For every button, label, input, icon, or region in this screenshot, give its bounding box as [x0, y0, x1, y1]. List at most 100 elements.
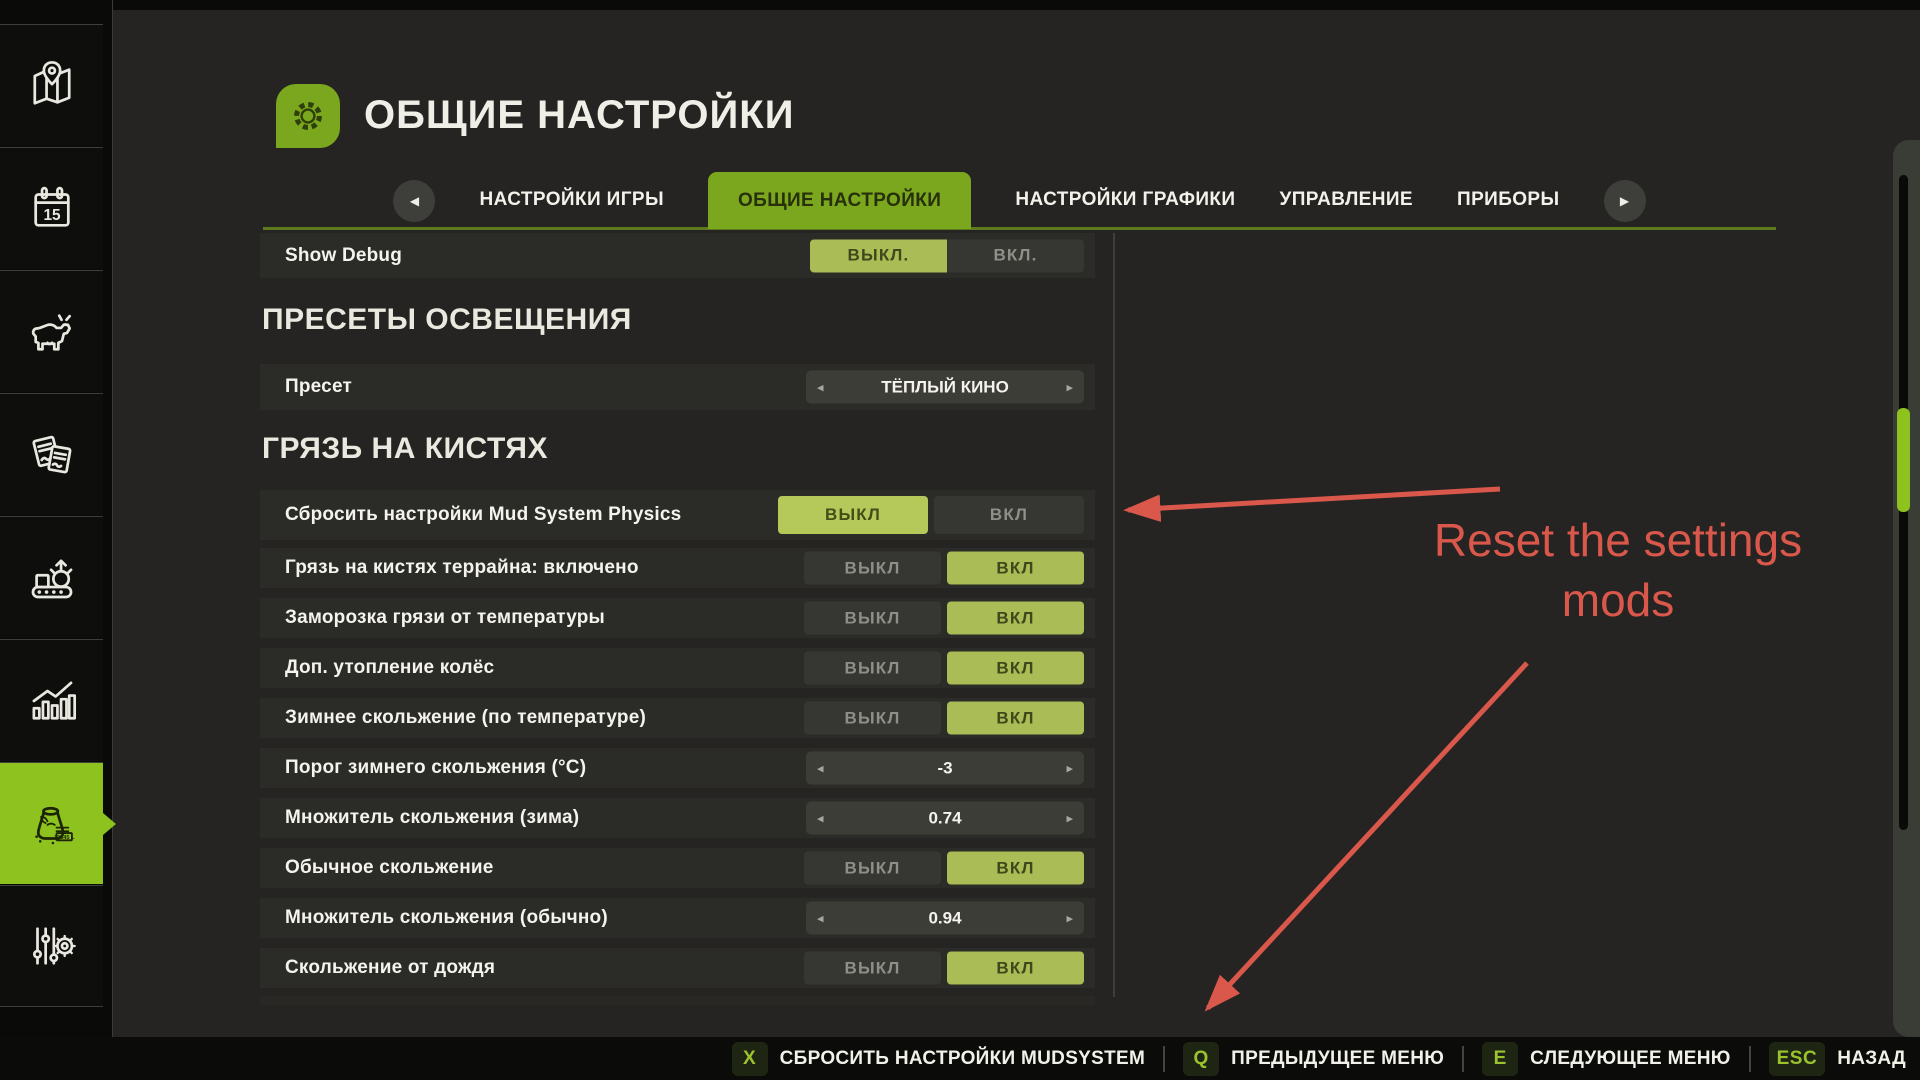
sidebar-item-animals[interactable]: [0, 270, 103, 392]
annotation-arrow-to-toggle: [1128, 489, 1500, 510]
setting-row-winter-slip-threshold[interactable]: Порог зимнего скольжения (°C) ◂ -3 ▸: [260, 748, 1095, 788]
map-icon: [23, 57, 81, 115]
setting-row-normal-slip[interactable]: Обычное скольжение ВЫКЛ ВКЛ: [260, 848, 1095, 888]
shortcut-reset-mudsystem[interactable]: X СБРОСИТЬ НАСТРОЙКИ MUDSYSTEM: [732, 1042, 1146, 1076]
value-selector: ◂ -3 ▸: [806, 752, 1084, 785]
setting-row-mud-freeze[interactable]: Заморозка грязи от температуры ВЫКЛ ВКЛ: [260, 598, 1095, 638]
shortcut-label: СЛЕДУЮЩЕЕ МЕНЮ: [1530, 1048, 1730, 1070]
selector-next-icon[interactable]: ▸: [1066, 910, 1073, 926]
documents-icon: [23, 426, 81, 484]
chevron-left-icon: ◀: [410, 194, 419, 208]
tab-hud[interactable]: ПРИБОРЫ: [1457, 189, 1560, 229]
selector-prev-icon[interactable]: ◂: [817, 910, 824, 926]
sidebar-item-settings[interactable]: [0, 885, 103, 1007]
setting-row-wheel-sink[interactable]: Доп. утопление колёс ВЫКЛ ВКЛ: [260, 648, 1095, 688]
annotation-line-2: mods: [1268, 570, 1920, 630]
shortcut-label: НАЗАД: [1837, 1048, 1906, 1070]
setting-row-slip-multiplier-winter[interactable]: Множитель скольжения (зима) ◂ 0.74 ▸: [260, 798, 1095, 838]
tab-controls[interactable]: УПРАВЛЕНИЕ: [1280, 189, 1414, 229]
toggle-on-button[interactable]: ВКЛ: [947, 852, 1084, 885]
sidebar-item-statistics[interactable]: [0, 639, 103, 761]
page-title: ОБЩИЕ НАСТРОЙКИ: [364, 93, 794, 138]
selector-prev-icon[interactable]: ◂: [817, 760, 824, 776]
selector-prev-icon[interactable]: ◂: [817, 379, 824, 395]
shortcut-label: СБРОСИТЬ НАСТРОЙКИ MUDSYSTEM: [780, 1048, 1146, 1070]
sidebar: 15: [0, 0, 113, 1080]
value-selector: ◂ 0.74 ▸: [806, 802, 1084, 835]
setting-label: Пресет: [285, 376, 352, 398]
sidebar-item-production[interactable]: [0, 516, 103, 638]
shortcut-bar: X СБРОСИТЬ НАСТРОЙКИ MUDSYSTEM Q ПРЕДЫДУ…: [0, 1037, 1920, 1080]
content-divider: [1113, 233, 1115, 997]
tabs-next-button[interactable]: ▶: [1604, 180, 1646, 222]
toggle-off-button[interactable]: ВЫКЛ: [804, 952, 941, 985]
shortcut-next-menu[interactable]: E СЛЕДУЮЩЕЕ МЕНЮ: [1482, 1042, 1730, 1076]
bar-chart-icon: [23, 672, 81, 730]
selector-next-icon[interactable]: ▸: [1066, 760, 1073, 776]
key-esc-badge: ESC: [1769, 1042, 1826, 1076]
toggle-group: ВЫКЛ. ВКЛ.: [810, 239, 1084, 272]
toggle-on-button[interactable]: ВКЛ: [934, 496, 1084, 534]
setting-row-show-debug[interactable]: Show Debug ВЫКЛ. ВКЛ.: [260, 233, 1095, 278]
selector-value: ТЁПЛЫЙ КИНО: [806, 377, 1084, 397]
clipped-next-row: [260, 996, 1095, 1005]
selector-next-icon[interactable]: ▸: [1066, 810, 1073, 826]
toggle-off-button[interactable]: ВЫКЛ: [804, 652, 941, 685]
toggle-off-button[interactable]: ВЫКЛ: [804, 602, 941, 635]
setting-row-rain-slip[interactable]: Скольжение от дождя ВЫКЛ ВКЛ: [260, 948, 1095, 988]
sliders-gear-icon: [23, 917, 81, 975]
screen-top-edge: [0, 0, 1920, 10]
toggle-on-button[interactable]: ВКЛ: [947, 552, 1084, 585]
production-icon: [23, 549, 81, 607]
annotation-arrow-to-shortcut: [1208, 663, 1527, 1008]
scrollbar-thumb[interactable]: [1897, 408, 1910, 512]
setting-label: Множитель скольжения (обычно): [285, 907, 608, 929]
preset-selector: ◂ ТЁПЛЫЙ КИНО ▸: [806, 371, 1084, 404]
setting-row-slip-multiplier-normal[interactable]: Множитель скольжения (обычно) ◂ 0.94 ▸: [260, 898, 1095, 938]
value-selector: ◂ 0.94 ▸: [806, 902, 1084, 935]
toggle-on-button[interactable]: ВКЛ: [947, 652, 1084, 685]
toggle-group: ВЫКЛ ВКЛ: [804, 852, 1084, 885]
selector-prev-icon[interactable]: ◂: [817, 810, 824, 826]
toggle-group: ВЫКЛ ВКЛ: [804, 952, 1084, 985]
toggle-off-button[interactable]: ВЫКЛ: [804, 702, 941, 735]
tab-general-settings[interactable]: ОБЩИЕ НАСТРОЙКИ: [708, 172, 971, 229]
setting-label: Скольжение от дождя: [285, 957, 495, 979]
setting-label: Зимнее скольжение (по температуре): [285, 707, 646, 729]
cow-icon: [23, 303, 81, 361]
tab-game-settings[interactable]: НАСТРОЙКИ ИГРЫ: [479, 189, 664, 229]
setting-row-winter-slip[interactable]: Зимнее скольжение (по температуре) ВЫКЛ …: [260, 698, 1095, 738]
selector-value: 0.74: [806, 808, 1084, 828]
selector-next-icon[interactable]: ▸: [1066, 379, 1073, 395]
tab-graphics-settings[interactable]: НАСТРОЙКИ ГРАФИКИ: [1015, 189, 1235, 229]
toggle-off-button[interactable]: ВЫКЛ.: [810, 239, 947, 272]
page-icon-badge: [276, 84, 340, 148]
annotation-text: Reset the settings mods: [1268, 510, 1920, 630]
key-q-badge: Q: [1183, 1042, 1219, 1076]
setting-row-terrain-mud[interactable]: Грязь на кистях террайна: включено ВЫКЛ …: [260, 548, 1095, 588]
gear-icon: [286, 94, 330, 138]
toggle-off-button[interactable]: ВЫКЛ: [778, 496, 928, 534]
shortcut-previous-menu[interactable]: Q ПРЕДЫДУЩЕЕ МЕНЮ: [1183, 1042, 1444, 1076]
toggle-on-button[interactable]: ВКЛ.: [947, 239, 1084, 272]
toggle-on-button[interactable]: ВКЛ: [947, 952, 1084, 985]
shortcut-back[interactable]: ESC НАЗАД: [1769, 1042, 1906, 1076]
chevron-right-icon: ▶: [1620, 194, 1629, 208]
setting-label: Заморозка грязи от температуры: [285, 607, 605, 629]
toggle-off-button[interactable]: ВЫКЛ: [804, 852, 941, 885]
sidebar-item-contracts[interactable]: [0, 393, 103, 515]
key-x-badge: X: [732, 1042, 768, 1076]
setting-label: Сбросить настройки Mud System Physics: [285, 504, 681, 526]
sidebar-item-map[interactable]: [0, 24, 103, 146]
sidebar-item-prices-active[interactable]: 12345 L: [0, 762, 103, 884]
toggle-group: ВЫКЛ ВКЛ: [804, 602, 1084, 635]
toggle-on-button[interactable]: ВКЛ: [947, 602, 1084, 635]
toggle-off-button[interactable]: ВЫКЛ: [804, 552, 941, 585]
sidebar-item-calendar[interactable]: 15: [0, 147, 103, 269]
toggle-on-button[interactable]: ВКЛ: [947, 702, 1084, 735]
seed-bag-icon: 12345 L: [23, 795, 81, 853]
shortcut-label: ПРЕДЫДУЩЕЕ МЕНЮ: [1231, 1048, 1444, 1070]
tabs-prev-button[interactable]: ◀: [393, 180, 435, 222]
setting-row-preset[interactable]: Пресет ◂ ТЁПЛЫЙ КИНО ▸: [260, 364, 1095, 410]
setting-row-reset-mud-physics[interactable]: Сбросить настройки Mud System Physics ВЫ…: [260, 490, 1095, 540]
